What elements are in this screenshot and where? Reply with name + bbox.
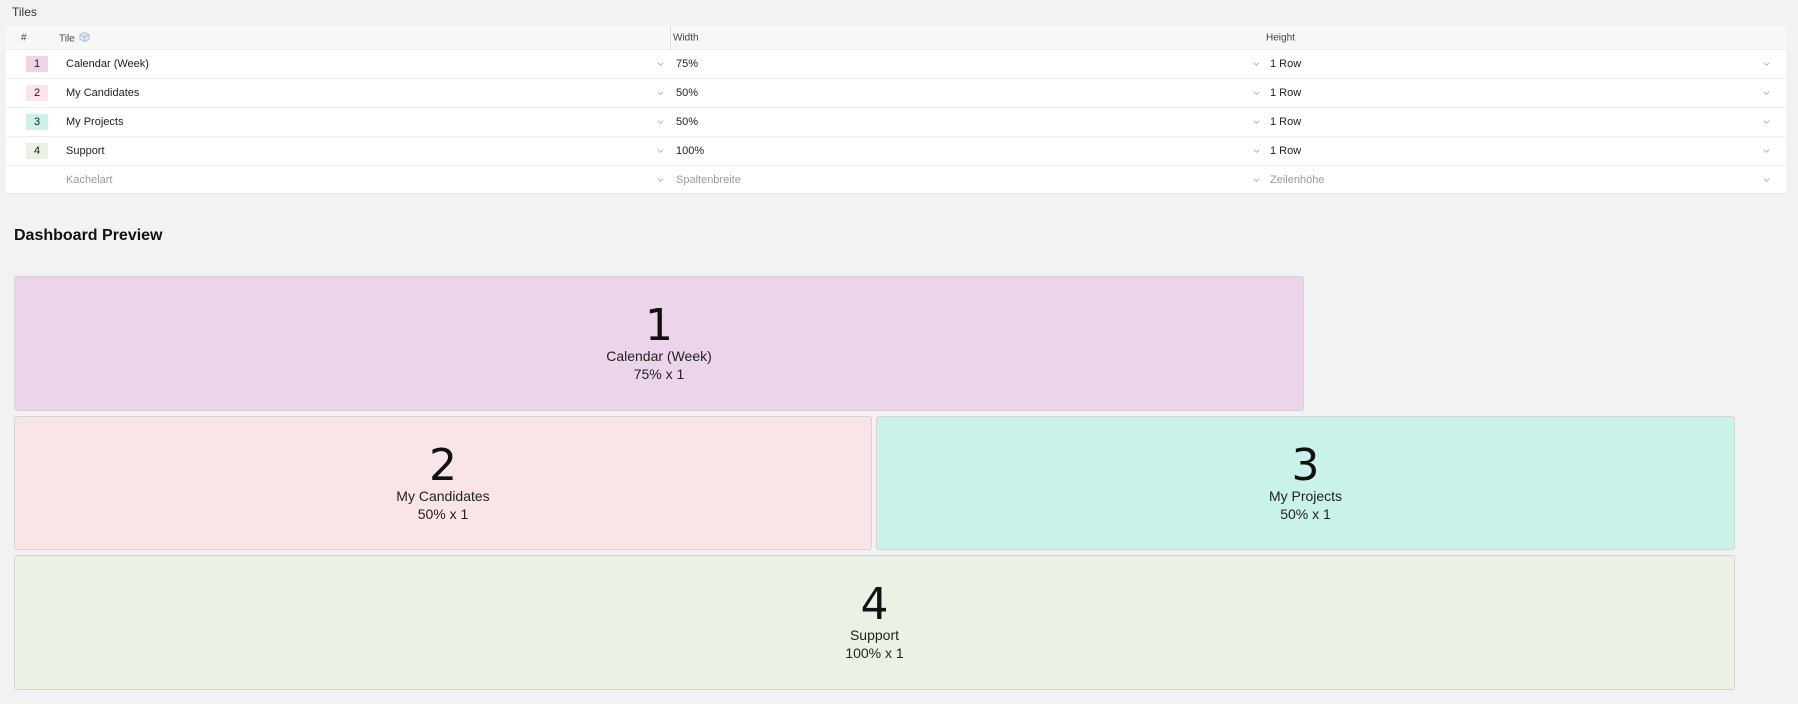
table-row: 4 Support 100% 1 Row: [6, 137, 1786, 166]
tile-number: 1: [645, 300, 673, 351]
chevron-down-icon[interactable]: [1253, 119, 1260, 126]
tile-select-new[interactable]: Kachelart: [60, 166, 670, 193]
width-value: 50%: [676, 116, 699, 128]
tile-size: 50% x 1: [417, 506, 469, 522]
tile-select[interactable]: Support: [60, 137, 670, 165]
tile-value: My Projects: [66, 116, 124, 128]
dashboard-tile[interactable]: 2 My Candidates 50% x 1: [14, 416, 872, 550]
tile-size: 100% x 1: [845, 645, 904, 661]
header-width[interactable]: Width: [670, 26, 1266, 49]
cube-icon[interactable]: [79, 31, 90, 42]
tile-number: 3: [1291, 440, 1320, 491]
tile-name: My Projects: [1268, 488, 1343, 504]
table-row: 1 Calendar (Week) 75% 1 Row: [6, 50, 1786, 79]
width-value: 50%: [676, 87, 699, 99]
height-select[interactable]: 1 Row: [1264, 79, 1776, 107]
width-select[interactable]: 75%: [670, 50, 1266, 78]
tile-value: My Candidates: [66, 87, 140, 99]
header-tile-label: Tile: [59, 33, 75, 44]
header-height-label: Height: [1266, 32, 1295, 43]
height-select[interactable]: 1 Row: [1264, 137, 1776, 165]
chevron-down-icon[interactable]: [1763, 90, 1770, 97]
header-num: #: [21, 32, 27, 43]
width-select[interactable]: 100%: [670, 137, 1266, 165]
chevron-down-icon[interactable]: [1763, 148, 1770, 155]
tile-size: 75% x 1: [633, 366, 685, 382]
height-placeholder: Zeilenhöhe: [1270, 173, 1325, 186]
chevron-down-icon[interactable]: [1253, 90, 1260, 97]
new-row: Kachelart Spaltenbreite Zeilenhöhe: [6, 166, 1786, 193]
tile-size: 50% x 1: [1280, 506, 1331, 522]
chevron-down-icon[interactable]: [657, 119, 664, 126]
height-value: 1 Row: [1270, 87, 1302, 99]
row-number-badge: 1: [26, 56, 48, 72]
table-row: 3 My Projects 50% 1 Row: [6, 108, 1786, 137]
chevron-down-icon[interactable]: [657, 61, 664, 68]
header-width-label: Width: [673, 32, 699, 43]
row-number-badge: 3: [26, 114, 48, 130]
height-value: 1 Row: [1270, 116, 1302, 128]
tile-name: My Candidates: [396, 488, 490, 504]
header-height[interactable]: Height: [1264, 26, 1776, 49]
tile-placeholder: Kachelart: [66, 173, 113, 186]
tile-select[interactable]: Calendar (Week): [60, 50, 670, 78]
tile-select[interactable]: My Candidates: [60, 79, 670, 107]
chevron-down-icon[interactable]: [1763, 119, 1770, 126]
tiles-section: Tiles # Tile Width Height 1 Calendar (Wee…: [0, 0, 1798, 205]
tile-select[interactable]: My Projects: [60, 108, 670, 136]
header-tile[interactable]: Tile: [59, 26, 670, 49]
tiles-section-label: Tiles: [12, 5, 37, 19]
row-number-badge: 4: [26, 143, 48, 159]
width-value: 75%: [676, 58, 699, 70]
chevron-down-icon[interactable]: [657, 90, 664, 97]
height-select[interactable]: 1 Row: [1264, 108, 1776, 136]
height-select[interactable]: 1 Row: [1264, 50, 1776, 78]
width-placeholder: Spaltenbreite: [676, 173, 741, 186]
dashboard-tile[interactable]: 3 My Projects 50% x 1: [876, 416, 1735, 550]
chevron-down-icon[interactable]: [1253, 61, 1260, 68]
chevron-down-icon[interactable]: [657, 176, 664, 183]
chevron-down-icon[interactable]: [1253, 148, 1260, 155]
dashboard-tile[interactable]: 4 Support 100% x 1: [14, 555, 1735, 690]
height-value: 1 Row: [1270, 145, 1302, 157]
dashboard-preview-title: Dashboard Preview: [14, 227, 163, 244]
width-select[interactable]: 50%: [670, 79, 1266, 107]
table-row: 2 My Candidates 50% 1 Row: [6, 79, 1786, 108]
chevron-down-icon[interactable]: [657, 148, 664, 155]
tile-value: Calendar (Week): [66, 58, 149, 70]
tile-name: Calendar (Week): [606, 348, 712, 364]
chevron-down-icon[interactable]: [1763, 176, 1770, 183]
tile-name: Support: [849, 627, 900, 643]
chevron-down-icon[interactable]: [1763, 61, 1770, 68]
tile-value: Support: [66, 145, 105, 157]
height-value: 1 Row: [1270, 58, 1302, 70]
width-select-new[interactable]: Spaltenbreite: [670, 166, 1266, 193]
dashboard-tile[interactable]: 1 Calendar (Week) 75% x 1: [14, 276, 1304, 411]
tiles-grid: # Tile Width Height 1 Calendar (Week) 75% 1…: [6, 26, 1786, 194]
row-number-badge: 2: [26, 85, 48, 101]
width-value: 100%: [676, 145, 705, 157]
tile-number: 4: [860, 579, 889, 630]
height-select-new[interactable]: Zeilenhöhe: [1264, 166, 1776, 193]
width-select[interactable]: 50%: [670, 108, 1266, 136]
chevron-down-icon[interactable]: [1253, 176, 1260, 183]
tile-number: 2: [429, 440, 457, 491]
grid-header: # Tile Width Height: [6, 26, 1786, 50]
